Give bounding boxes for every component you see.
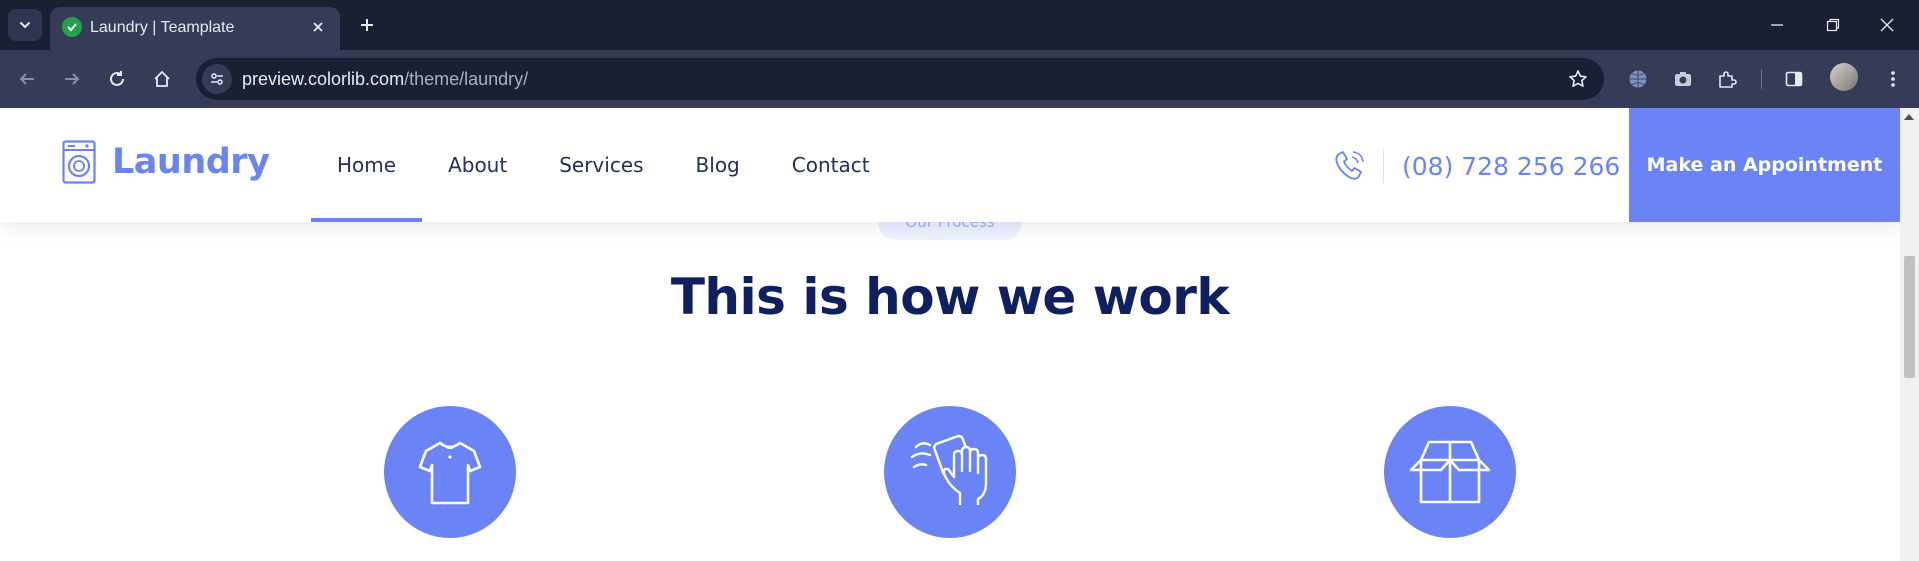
side-panel-icon[interactable] <box>1778 63 1810 95</box>
home-icon[interactable] <box>146 63 178 95</box>
process-step-washing <box>384 406 516 538</box>
back-arrow-icon[interactable] <box>11 63 43 95</box>
tab-title: Laundry | Teamplate <box>90 19 235 36</box>
process-step-delivery <box>1384 406 1516 538</box>
close-tab-icon[interactable] <box>306 15 330 39</box>
nav-about[interactable]: About <box>422 108 533 222</box>
hand-washing-icon <box>910 434 988 505</box>
scroll-up-arrow-icon[interactable] <box>1904 114 1914 120</box>
page-scrollbar[interactable] <box>1900 108 1919 561</box>
logo-text: Laundry <box>112 142 270 182</box>
header-phone[interactable]: (08) 728 256 266 <box>1331 148 1620 184</box>
phone-number[interactable]: (08) 728 256 266 <box>1402 152 1620 181</box>
nav-contact[interactable]: Contact <box>766 108 896 222</box>
toolbar-divider <box>1761 69 1762 89</box>
camera-extension-icon[interactable] <box>1667 63 1699 95</box>
reload-icon[interactable] <box>101 63 133 95</box>
tab-search-button[interactable] <box>8 9 42 41</box>
forward-arrow-icon[interactable] <box>56 63 88 95</box>
restore-icon[interactable] <box>1810 8 1856 42</box>
new-tab-icon[interactable] <box>352 10 382 40</box>
url-path: /theme/laundry/ <box>404 69 529 89</box>
chevron-down-icon <box>20 22 30 29</box>
extension-globe-icon[interactable] <box>1622 63 1654 95</box>
minimize-icon[interactable] <box>1754 8 1800 42</box>
extensions-puzzle-icon[interactable] <box>1711 63 1743 95</box>
url-host: preview.colorlib.com <box>242 69 405 89</box>
url-text[interactable]: preview.colorlib.com/theme/laundry/ <box>242 69 528 90</box>
page-viewport: Laundry Home About Services Blog Contact… <box>0 108 1900 561</box>
open-box-icon <box>1409 440 1491 504</box>
site-logo[interactable]: Laundry <box>62 140 270 184</box>
process-step-cleaning <box>884 406 1016 538</box>
bookmark-star-icon[interactable] <box>1566 67 1590 91</box>
main-nav: Home About Services Blog Contact <box>311 108 896 222</box>
address-bar[interactable]: preview.colorlib.com/theme/laundry/ <box>196 58 1604 100</box>
profile-avatar[interactable] <box>1830 63 1858 91</box>
t-shirt-icon <box>418 441 482 505</box>
make-appointment-button[interactable]: Make an Appointment <box>1629 108 1900 222</box>
site-header: Laundry Home About Services Blog Contact… <box>0 108 1900 222</box>
close-window-icon[interactable] <box>1864 8 1910 42</box>
washing-machine-icon <box>62 140 96 184</box>
phone-ringing-icon <box>1335 151 1364 180</box>
browser-tab-strip: Laundry | Teamplate <box>0 0 1919 50</box>
phone-divider <box>1383 149 1384 183</box>
more-menu-icon[interactable] <box>1877 63 1909 95</box>
browser-toolbar: preview.colorlib.com/theme/laundry/ <box>0 50 1919 108</box>
nav-blog[interactable]: Blog <box>670 108 766 222</box>
nav-home[interactable]: Home <box>311 108 423 222</box>
browser-tab[interactable]: Laundry | Teamplate <box>50 7 340 50</box>
scrollbar-thumb[interactable] <box>1904 256 1915 378</box>
check-favicon-icon <box>62 17 82 37</box>
nav-services[interactable]: Services <box>533 108 669 222</box>
site-info-icon[interactable] <box>202 64 232 94</box>
section-title: This is how we work <box>670 268 1230 326</box>
